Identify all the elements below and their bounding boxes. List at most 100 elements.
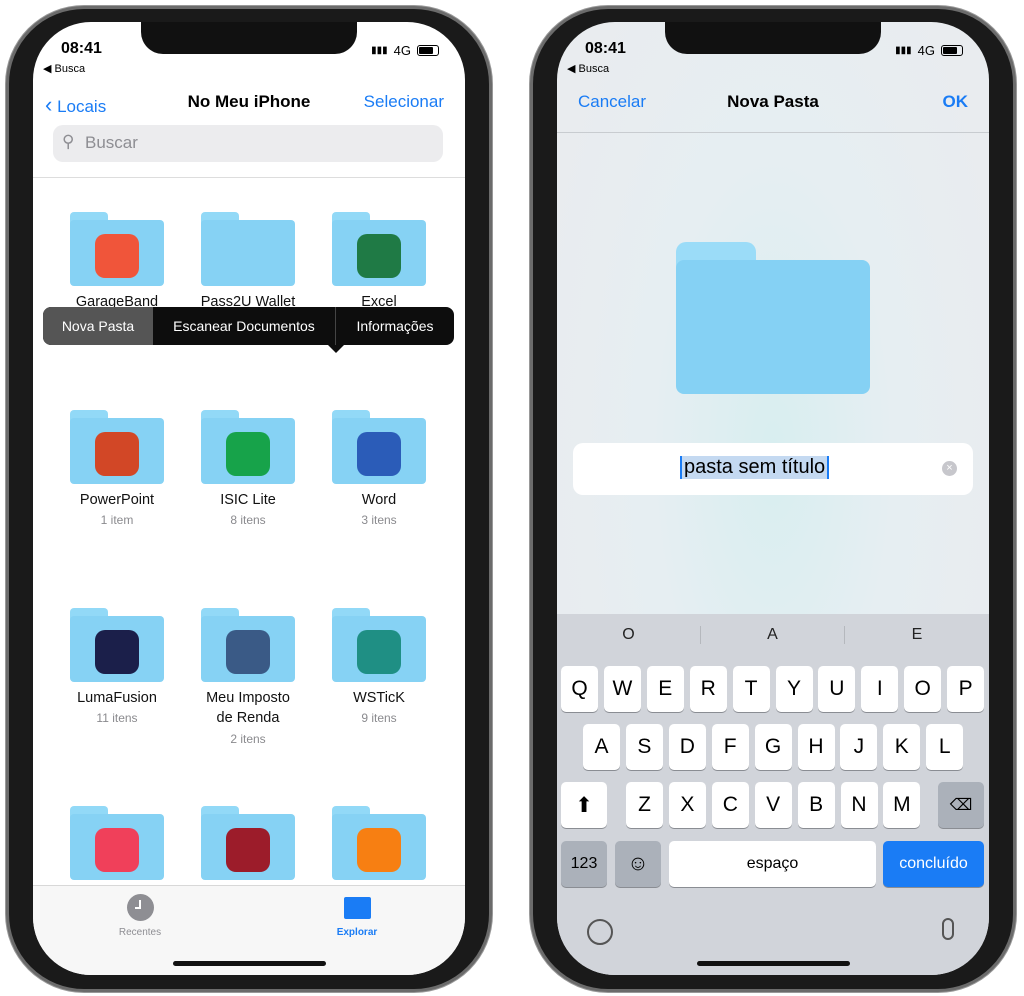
music-icon <box>357 828 401 872</box>
folder-item[interactable] <box>332 806 426 880</box>
suggestion-o[interactable]: O <box>557 626 701 644</box>
back-locais-button[interactable]: ‹ Locais <box>45 92 106 118</box>
key-q[interactable]: Q <box>561 666 598 712</box>
key-m[interactable]: M <box>883 782 921 828</box>
powerpoint-icon <box>95 432 139 476</box>
key-e[interactable]: E <box>646 666 684 712</box>
menu-pointer <box>328 345 344 353</box>
stick-icon <box>357 630 401 674</box>
folder-item-count: 2 itens <box>230 732 266 746</box>
tab-explorar[interactable]: Explorar <box>320 894 394 938</box>
back-to-app[interactable]: ◀ Busca <box>43 62 85 75</box>
numbers-key[interactable]: 123 <box>561 841 607 887</box>
irpf-icon <box>226 630 270 674</box>
microphone-icon[interactable] <box>942 918 954 940</box>
key-c[interactable]: C <box>711 782 749 828</box>
key-f[interactable]: F <box>711 724 749 770</box>
key-x[interactable]: X <box>668 782 706 828</box>
key-n[interactable]: N <box>840 782 878 828</box>
key-i[interactable]: I <box>861 666 899 712</box>
folder-name: LumaFusion <box>77 690 157 706</box>
isic-icon <box>226 432 270 476</box>
ok-button[interactable]: OK <box>943 92 969 112</box>
key-b[interactable]: B <box>797 782 835 828</box>
folder-name: Meu Imposto de Renda <box>206 690 290 726</box>
folder-name: WSTicK <box>353 690 405 706</box>
menu-informacoes[interactable]: Informações <box>336 307 454 345</box>
cancel-button[interactable]: Cancelar <box>578 92 646 112</box>
key-k[interactable]: K <box>883 724 921 770</box>
folder-item-count: 3 itens <box>361 513 397 527</box>
back-label: Locais <box>57 97 107 116</box>
folder-item[interactable] <box>201 410 295 484</box>
phone-right: 08:41 ◀ Busca ▮▮▮ 4G Cancelar Nova Pasta … <box>530 6 1016 992</box>
folder-item[interactable] <box>332 410 426 484</box>
tab-bar: Recentes Explorar <box>33 885 465 975</box>
key-l[interactable]: L <box>926 724 964 770</box>
word-icon <box>357 432 401 476</box>
suggestion-e[interactable]: E <box>845 626 989 644</box>
lumafusion-icon <box>95 630 139 674</box>
globe-icon[interactable] <box>587 919 613 945</box>
key-r[interactable]: R <box>689 666 727 712</box>
done-key[interactable]: concluído <box>883 841 984 887</box>
phone-left: 08:41 ◀ Busca ▮▮▮ 4G ‹ Locais No Meu iPho… <box>6 6 492 992</box>
filmic-icon <box>226 828 270 872</box>
divider <box>33 177 465 178</box>
key-z[interactable]: Z <box>626 782 663 828</box>
key-s[interactable]: S <box>625 724 663 770</box>
keyboard: OAE Q W E R T Y U I O P A S D F G H J K L Z X C V B N M ⬆ ⌫ 123 ☺ espa… <box>557 614 989 975</box>
space-key[interactable]: espaço <box>669 841 876 887</box>
back-to-app[interactable]: ◀ Busca <box>567 62 609 75</box>
clock-icon <box>126 894 154 921</box>
battery-icon <box>417 45 439 56</box>
key-v[interactable]: V <box>754 782 792 828</box>
search-icon: ⚲ <box>62 132 75 151</box>
chevron-left-icon: ‹ <box>45 92 53 117</box>
search-placeholder: Buscar <box>85 133 138 152</box>
status-bar: ▮▮▮ 4G <box>895 43 963 58</box>
key-u[interactable]: U <box>818 666 856 712</box>
folder-item[interactable] <box>201 212 295 286</box>
key-o[interactable]: O <box>904 666 942 712</box>
tab-label: Recentes <box>118 927 162 938</box>
key-d[interactable]: D <box>668 724 706 770</box>
menu-nova-pasta[interactable]: Nova Pasta <box>43 307 153 345</box>
key-t[interactable]: T <box>732 666 770 712</box>
network-label: 4G <box>393 43 411 58</box>
key-g[interactable]: G <box>754 724 792 770</box>
suggestion-a[interactable]: A <box>701 626 845 644</box>
home-indicator <box>173 961 326 966</box>
folder-item[interactable] <box>332 212 426 286</box>
delete-key[interactable]: ⌫ <box>938 782 984 828</box>
folder-item[interactable] <box>70 410 164 484</box>
folder-item[interactable] <box>70 212 164 286</box>
folder-name: Word <box>361 492 397 508</box>
notch <box>665 22 881 54</box>
key-p[interactable]: P <box>947 666 985 712</box>
menu-escanear-documentos[interactable]: Escanear Documentos <box>153 307 336 345</box>
search-input[interactable]: ⚲ Buscar <box>53 125 443 162</box>
clear-text-icon[interactable]: × <box>942 461 957 476</box>
folder-item[interactable] <box>332 608 426 682</box>
key-y[interactable]: Y <box>775 666 813 712</box>
guitar-icon <box>95 234 139 278</box>
folder-item[interactable] <box>201 608 295 682</box>
files-screen: 08:41 ◀ Busca ▮▮▮ 4G ‹ Locais No Meu iPho… <box>33 22 465 975</box>
excel-icon <box>357 234 401 278</box>
folder-item[interactable] <box>201 806 295 880</box>
shift-key[interactable]: ⬆ <box>561 782 607 828</box>
tab-recentes[interactable]: Recentes <box>103 894 177 938</box>
select-button[interactable]: Selecionar <box>364 92 444 112</box>
signal-icon: ▮▮▮ <box>895 45 912 56</box>
emoji-key[interactable]: ☺ <box>615 841 661 887</box>
key-h[interactable]: H <box>797 724 835 770</box>
folder-item[interactable] <box>70 806 164 880</box>
folder-preview-icon <box>676 242 870 394</box>
folder-name-input[interactable]: pasta sem título × <box>573 443 973 495</box>
status-bar: ▮▮▮ 4G <box>371 43 439 58</box>
folder-item[interactable] <box>70 608 164 682</box>
key-j[interactable]: J <box>840 724 878 770</box>
key-a[interactable]: A <box>583 724 620 770</box>
key-w[interactable]: W <box>603 666 641 712</box>
